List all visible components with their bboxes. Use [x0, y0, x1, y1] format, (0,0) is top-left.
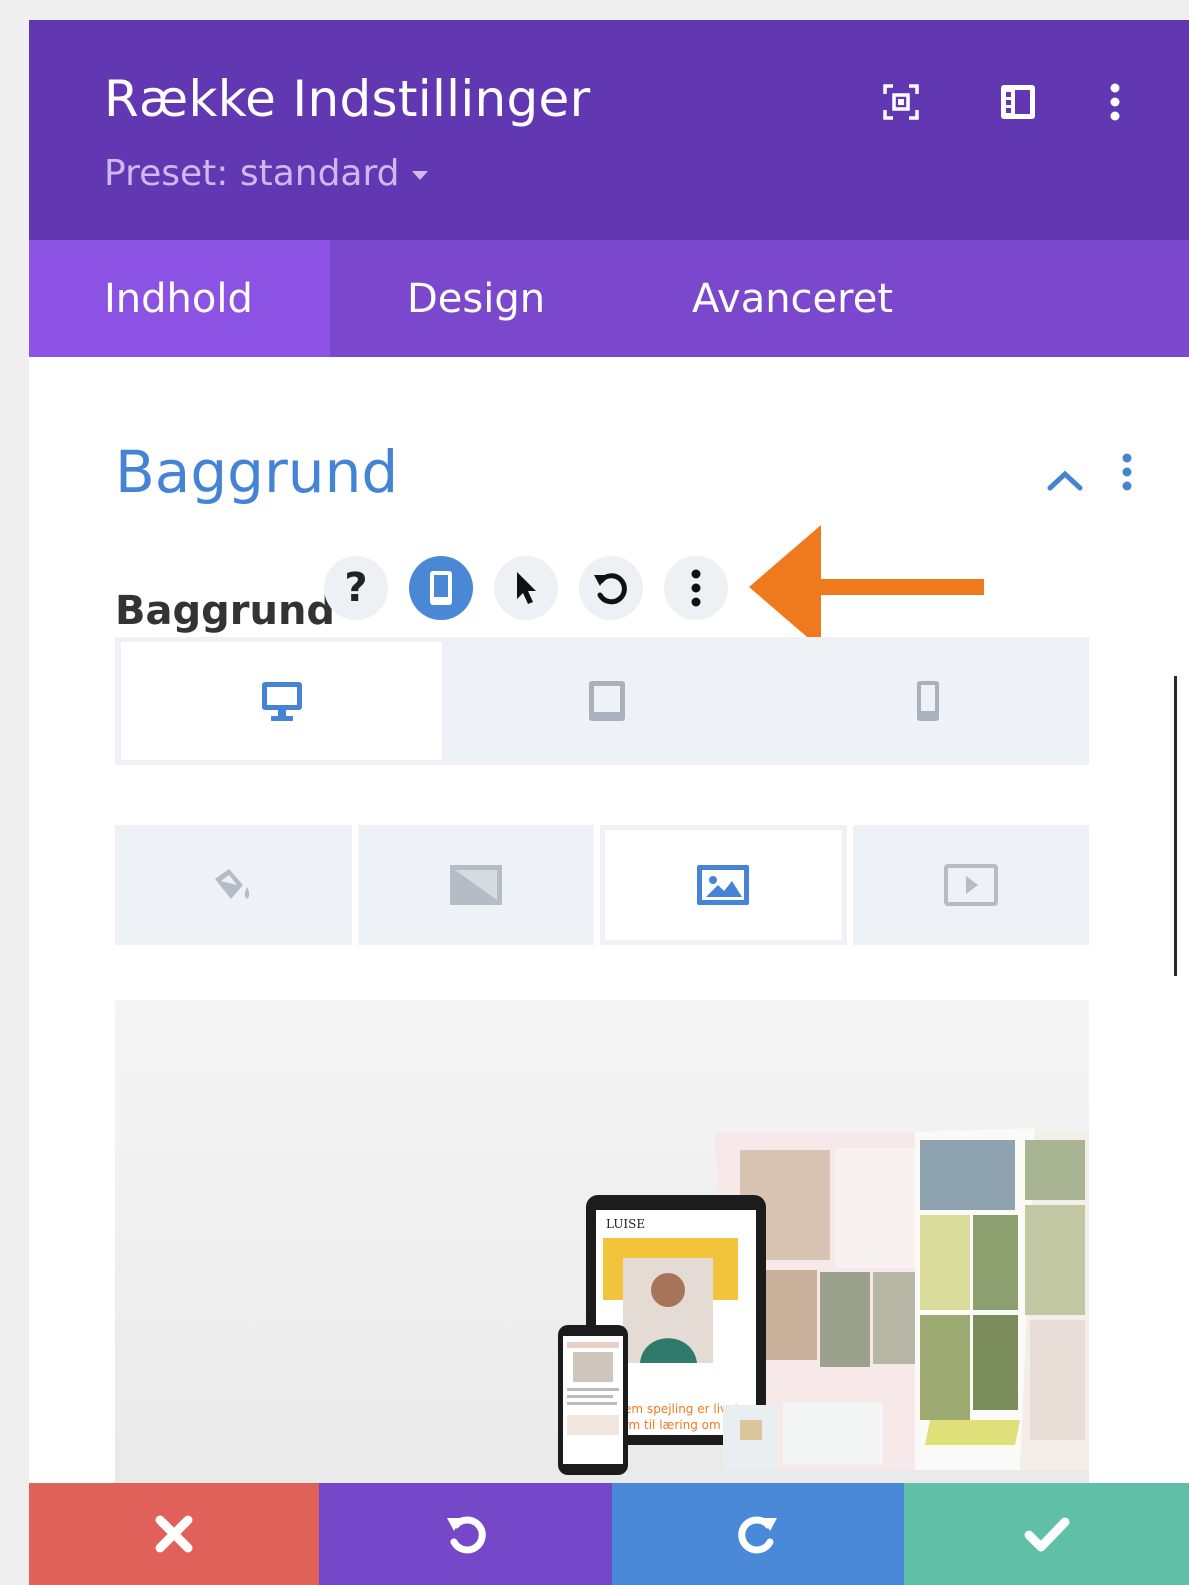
tab-background-video[interactable] — [852, 825, 1089, 945]
divider — [1174, 676, 1177, 976]
page-title: Række Indstillinger — [104, 70, 591, 128]
redo-icon — [738, 1516, 777, 1554]
reset-icon[interactable] — [579, 556, 643, 620]
checkmark-icon — [1024, 1517, 1069, 1552]
background-type-tabs — [115, 825, 1089, 945]
responsive-phone-icon[interactable] — [409, 556, 473, 620]
image-icon — [697, 865, 750, 905]
tab-tablet[interactable] — [446, 637, 767, 765]
caret-down-icon — [411, 171, 428, 180]
mockup-image: LUISE ...nem spejling er livet en ...orm… — [115, 1000, 1089, 1500]
settings-header: Række Indstillinger Preset: standard — [29, 20, 1189, 240]
gradient-icon — [449, 865, 502, 905]
help-icon[interactable]: ? — [324, 556, 388, 620]
undo-button[interactable] — [319, 1483, 612, 1585]
hover-cursor-icon[interactable] — [494, 556, 558, 620]
tab-content[interactable]: Indhold — [29, 240, 330, 357]
tab-design[interactable]: Design — [330, 240, 692, 357]
field-label: Baggrund — [115, 588, 336, 634]
settings-tabs: Indhold Design Avanceret — [29, 240, 1189, 357]
paint-bucket-icon — [215, 869, 250, 899]
background-image-preview[interactable]: LUISE ...nem spejling er livet en ...orm… — [115, 1000, 1089, 1500]
tab-phone[interactable] — [768, 637, 1089, 765]
device-tabs — [115, 637, 1089, 765]
section-title[interactable]: Baggrund — [115, 438, 398, 506]
undo-icon — [446, 1516, 486, 1554]
tablet-brand: LUISE — [606, 1217, 645, 1231]
preset-label: Preset: standard — [104, 153, 400, 194]
section-more-icon[interactable] — [1119, 452, 1135, 498]
preset-selector[interactable]: Preset: standard — [104, 153, 428, 194]
more-vertical-icon[interactable] — [1093, 80, 1137, 124]
help-glyph: ? — [344, 565, 368, 611]
tab-background-image[interactable] — [600, 825, 847, 945]
tab-background-gradient[interactable] — [357, 825, 594, 945]
focus-icon[interactable] — [879, 80, 923, 124]
annotation-arrow-icon — [749, 525, 989, 654]
tab-background-color[interactable] — [115, 825, 352, 945]
row-settings-panel: Række Indstillinger Preset: standard Ind… — [29, 20, 1189, 1585]
phone-icon — [917, 681, 940, 721]
sidebar-layout-icon[interactable] — [996, 80, 1040, 124]
save-button[interactable] — [904, 1483, 1189, 1585]
tab-desktop[interactable] — [121, 642, 443, 760]
tablet-icon — [588, 681, 625, 721]
close-icon — [155, 1515, 193, 1553]
field-more-icon[interactable] — [664, 556, 728, 620]
redo-button[interactable] — [612, 1483, 904, 1585]
video-icon — [943, 864, 998, 906]
chevron-up-icon[interactable] — [1047, 468, 1083, 496]
action-bar — [29, 1483, 1189, 1585]
desktop-icon — [261, 682, 302, 721]
tab-advanced[interactable]: Avanceret — [692, 240, 1092, 357]
cancel-button[interactable] — [29, 1483, 319, 1585]
